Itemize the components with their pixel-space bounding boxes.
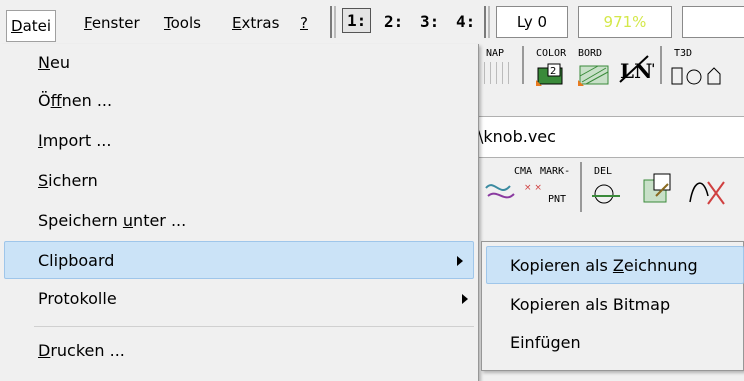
submenu-item-label: Kopieren als Bitmap xyxy=(510,295,671,314)
datei-menu: Neu Öffnen ... Import ... Sichern Speich… xyxy=(0,44,479,381)
clipboard-submenu: Kopieren als Zeichnung Kopieren als Bitm… xyxy=(481,241,744,371)
menu-item-label: Sichern xyxy=(38,171,98,190)
svg-text:2: 2 xyxy=(550,66,556,77)
snap-label: NAP xyxy=(486,48,505,59)
menu-item-clipboard[interactable]: Clipboard xyxy=(4,241,474,279)
submenu-item-kopieren-zeichnung[interactable]: Kopieren als Zeichnung xyxy=(486,246,744,284)
menu-item-label: Speichern unter ... xyxy=(38,211,187,230)
menu-bar: Datei Fenster Tools Extras ? 1: 2: 3: 4:… xyxy=(0,0,744,44)
menu-item-protokolle[interactable]: Protokolle xyxy=(0,280,478,318)
menu-item-speichern-unter[interactable]: Speichern unter ... xyxy=(0,202,478,240)
line-type-icon[interactable]: LNT xyxy=(618,54,667,84)
submenu-item-kopieren-bitmap[interactable]: Kopieren als Bitmap xyxy=(486,286,744,324)
menu-item-import[interactable]: Import ... xyxy=(0,122,478,160)
menu-item-oeffnen[interactable]: Öffnen ... xyxy=(0,82,478,120)
t3d-shapes-icon[interactable] xyxy=(668,64,744,86)
view-4-button[interactable]: 4: xyxy=(456,12,475,31)
menu-item-label: Clipboard xyxy=(38,251,115,270)
layer-field[interactable]: Ly 0 xyxy=(496,6,568,38)
curve-mark-icon[interactable]: × × xyxy=(484,176,544,204)
color-label: COLOR xyxy=(536,48,567,59)
trim-curve-icon[interactable] xyxy=(688,172,744,208)
edit-element-icon[interactable] xyxy=(638,172,678,208)
menu-extras[interactable]: Extras xyxy=(232,14,279,32)
submenu-item-label: Kopieren als Zeichnung xyxy=(510,256,698,275)
pnt-label: PNT xyxy=(548,194,567,205)
mark-label: MARK- xyxy=(540,166,571,177)
menu-item-sichern[interactable]: Sichern xyxy=(0,162,478,200)
snap-grid-icon[interactable] xyxy=(478,62,510,84)
submenu-arrow-icon xyxy=(457,256,463,266)
view-1-button[interactable]: 1: xyxy=(342,8,372,33)
menu-separator xyxy=(34,326,474,327)
submenu-item-label: Einfügen xyxy=(510,333,581,352)
document-title-bar: \knob.vec xyxy=(478,116,744,158)
svg-text:× ×: × × xyxy=(524,183,542,193)
submenu-item-einfuegen[interactable]: Einfügen xyxy=(486,324,744,362)
view-3-button[interactable]: 3: xyxy=(420,12,439,31)
color-icon[interactable]: 2 xyxy=(536,62,570,86)
menu-tools[interactable]: Tools xyxy=(164,14,201,32)
menu-item-label: Protokolle xyxy=(38,289,117,308)
lnt-text: LNT xyxy=(620,59,654,83)
zoom-field[interactable]: 971% xyxy=(578,6,672,38)
delete-icon[interactable] xyxy=(588,178,624,210)
view-2-button[interactable]: 2: xyxy=(384,12,403,31)
bord-label: BORD xyxy=(578,48,603,59)
menu-item-neu[interactable]: Neu xyxy=(0,44,478,82)
menu-item-label: Drucken ... xyxy=(38,341,125,360)
menu-fenster[interactable]: Fenster xyxy=(84,14,140,32)
menu-help[interactable]: ? xyxy=(300,14,308,32)
coordinate-field[interactable] xyxy=(682,6,744,38)
menu-datei[interactable]: Datei xyxy=(6,10,57,42)
t3d-label: T3D xyxy=(674,48,693,59)
document-path: \knob.vec xyxy=(478,127,556,146)
border-icon[interactable] xyxy=(578,62,612,86)
del-label: DEL xyxy=(594,166,613,177)
menu-item-drucken[interactable]: Drucken ... xyxy=(0,332,478,370)
menu-item-label: Neu xyxy=(38,53,70,72)
menu-item-label: Öffnen ... xyxy=(38,91,113,110)
submenu-arrow-icon xyxy=(462,294,468,304)
menu-item-label: Import ... xyxy=(38,131,112,150)
